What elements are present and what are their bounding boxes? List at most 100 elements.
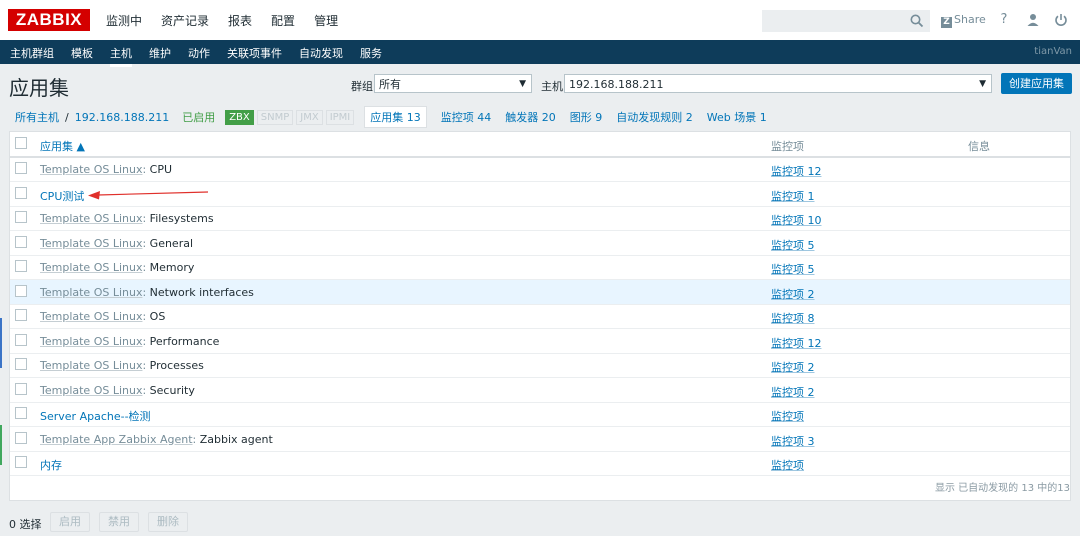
current-user: tianVan (1034, 46, 1072, 57)
subnav-services[interactable]: 服务 (360, 45, 382, 61)
row-checkbox[interactable] (15, 382, 27, 395)
parent-template-link[interactable]: Template OS Linux (40, 359, 142, 372)
subnav-templates[interactable]: 模板 (71, 45, 93, 61)
table-row: Template OS Linux: Processes 监控项 2 (10, 353, 1070, 378)
logout-power-icon[interactable] (1053, 12, 1069, 28)
application-name-link[interactable]: Network interfaces (150, 286, 254, 299)
items-count-link[interactable]: 监控项 (771, 408, 804, 424)
help-icon[interactable]: ? (996, 12, 1012, 28)
table-row: Template OS Linux: Network interfaces 监控项… (10, 279, 1070, 305)
parent-template-link[interactable]: Template App Zabbix Agent (40, 433, 193, 446)
tab-applications[interactable]: 应用集 13 (364, 106, 427, 128)
application-name-link[interactable]: CPU (150, 163, 172, 176)
row-checkbox[interactable] (15, 358, 27, 370)
application-name-link[interactable]: Processes (150, 359, 204, 372)
application-name-link[interactable]: Zabbix agent (200, 433, 273, 446)
parent-template-link[interactable]: Template OS Linux (40, 310, 142, 323)
subnav-discovery[interactable]: 自动发现 (299, 45, 343, 61)
parent-template-link[interactable]: Template OS Linux (40, 163, 142, 176)
application-name-link[interactable]: Filesystems (150, 212, 214, 225)
application-name-link[interactable]: Security (150, 384, 195, 397)
template-separator: : (142, 163, 150, 176)
application-name-cell: Template OS Linux: CPU (40, 163, 172, 176)
row-checkbox[interactable] (15, 211, 27, 223)
application-name-cell: Server Apache--检测 (40, 408, 151, 424)
items-count-link[interactable]: 监控项 1 (771, 188, 815, 204)
row-checkbox[interactable] (15, 456, 27, 468)
subnav-correlation[interactable]: 关联项事件 (227, 45, 282, 61)
items-count-link[interactable]: 监控项 10 (771, 212, 822, 228)
tab-graphs[interactable]: 图形 9 (570, 109, 603, 125)
parent-template-link[interactable]: Template OS Linux (40, 384, 142, 397)
delete-button[interactable]: 删除 (148, 512, 188, 532)
menu-inventory[interactable]: 资产记录 (161, 12, 209, 29)
search-input[interactable] (762, 10, 930, 32)
items-count-link[interactable]: 监控项 (771, 457, 804, 473)
menu-reports[interactable]: 报表 (228, 12, 252, 29)
items-count-link[interactable]: 监控项 2 (771, 359, 815, 375)
tab-discovery-rules[interactable]: 自动发现规则 2 (616, 109, 693, 125)
breadcrumb-all-hosts[interactable]: 所有主机 (15, 109, 59, 125)
search-icon[interactable] (909, 13, 925, 29)
host-select[interactable]: 192.168.188.211 ▼ (564, 74, 992, 93)
chevron-down-icon: ▼ (979, 79, 986, 89)
parent-template-link[interactable]: Template OS Linux (40, 335, 142, 348)
items-count-link[interactable]: 监控项 2 (771, 286, 815, 302)
parent-template-link[interactable]: Template OS Linux (40, 261, 142, 274)
group-select[interactable]: 所有 ▼ (374, 74, 532, 93)
zabbix-logo[interactable]: ZABBIX (8, 9, 90, 31)
application-name-link[interactable]: CPU测试 (40, 190, 84, 203)
items-count-link[interactable]: 监控项 12 (771, 163, 822, 179)
application-name-link[interactable]: General (150, 237, 193, 250)
items-count-link[interactable]: 监控项 8 (771, 310, 815, 326)
share-link[interactable]: Z Share (941, 13, 986, 28)
items-count-link[interactable]: 监控项 5 (771, 261, 815, 277)
application-name-link[interactable]: Server Apache--检测 (40, 410, 151, 423)
row-checkbox[interactable] (15, 260, 27, 272)
enable-button[interactable]: 启用 (50, 512, 90, 532)
application-name-link[interactable]: Memory (150, 261, 195, 274)
user-profile-icon[interactable] (1025, 12, 1041, 28)
breadcrumb-host[interactable]: 192.168.188.211 (75, 111, 169, 124)
table-row: Template App Zabbix Agent: Zabbix agent 监… (10, 427, 1070, 452)
row-checkbox[interactable] (15, 235, 27, 248)
parent-template-link[interactable]: Template OS Linux (40, 237, 142, 250)
row-checkbox[interactable] (15, 309, 27, 321)
subnav-host-groups[interactable]: 主机群组 (10, 45, 54, 61)
tab-items[interactable]: 监控项 44 (441, 109, 492, 125)
host-status-enabled[interactable]: 已启用 (182, 109, 215, 125)
tab-web-scenarios[interactable]: Web 场景 1 (707, 109, 767, 125)
application-name-link[interactable]: 内存 (40, 459, 62, 472)
items-count-link[interactable]: 监控项 12 (771, 335, 822, 351)
row-checkbox[interactable] (15, 162, 27, 174)
menu-administration[interactable]: 管理 (314, 12, 338, 29)
row-checkbox[interactable] (15, 431, 27, 444)
row-checkbox[interactable] (15, 186, 27, 199)
subnav-maintenance[interactable]: 维护 (149, 45, 171, 61)
items-count-link[interactable]: 监控项 2 (771, 384, 815, 400)
application-name-link[interactable]: OS (150, 310, 166, 323)
snmp-availability-badge: SNMP (256, 109, 294, 125)
menu-configuration[interactable]: 配置 (271, 12, 295, 29)
application-name-cell: 内存 (40, 457, 62, 473)
column-header-name[interactable]: 应用集 ▲ (40, 138, 85, 154)
menu-monitoring[interactable]: 监测中 (106, 12, 142, 29)
row-checkbox[interactable] (15, 407, 27, 419)
parent-template-link[interactable]: Template OS Linux (40, 212, 142, 225)
row-checkbox[interactable] (15, 333, 27, 346)
disable-button[interactable]: 禁用 (99, 512, 139, 532)
subnav-actions[interactable]: 动作 (188, 45, 210, 61)
select-all-checkbox[interactable] (15, 137, 27, 149)
parent-template-link[interactable]: Template OS Linux (40, 286, 142, 299)
column-header-items: 监控项 (771, 140, 804, 153)
tab-triggers[interactable]: 触发器 20 (505, 109, 556, 125)
application-name-link[interactable]: Performance (150, 335, 220, 348)
items-count-link[interactable]: 监控项 3 (771, 433, 815, 449)
table-row: Template OS Linux: Filesystems 监控项 10 (10, 206, 1070, 231)
items-count-link[interactable]: 监控项 5 (771, 237, 815, 253)
row-checkbox[interactable] (15, 284, 27, 297)
subnav-hosts[interactable]: 主机 (110, 45, 132, 67)
jmx-availability-badge: JMX (296, 109, 323, 125)
create-application-button[interactable]: 创建应用集 (1001, 73, 1072, 94)
template-separator: : (142, 359, 150, 372)
